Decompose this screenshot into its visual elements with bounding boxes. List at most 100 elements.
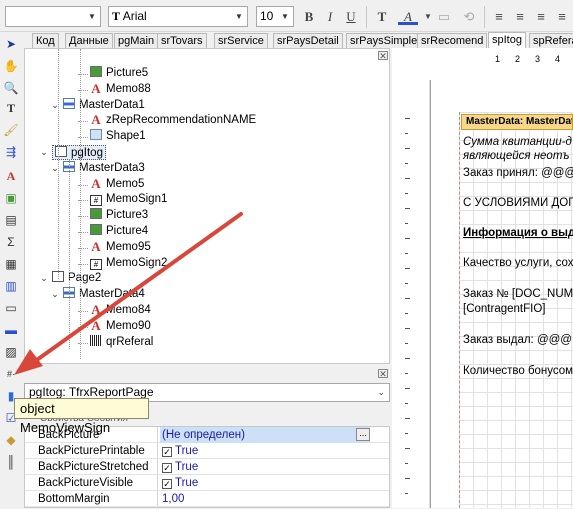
tree-item-pgitog[interactable]: pgItog xyxy=(52,145,106,160)
rotate-icon[interactable]: ⟲ xyxy=(459,7,479,27)
tab-srpaysdetail[interactable]: srPaysDetail xyxy=(273,33,343,48)
memo-tool-icon[interactable]: A xyxy=(2,167,20,185)
separator xyxy=(484,6,485,28)
underline-button[interactable]: U xyxy=(341,7,361,27)
close-icon[interactable]: ✕ xyxy=(378,369,388,379)
tree-item-qrreferal[interactable]: qrReferal xyxy=(90,334,154,350)
tree-item-page2[interactable]: Page2 xyxy=(52,271,101,286)
chevron-down-icon[interactable]: ⌄ xyxy=(39,145,49,160)
report-text-line[interactable]: С УСЛОВИЯМИ ДОГ xyxy=(463,196,573,210)
tree-item-masterdata3[interactable]: MasterData3 xyxy=(63,160,145,176)
chevron-down-icon[interactable]: ⌄ xyxy=(39,271,49,286)
italic-button[interactable]: I xyxy=(320,7,340,27)
tab-srpayssimple[interactable]: srPaysSimple xyxy=(346,33,422,48)
masterdata-band[interactable]: MasterData: MasterData xyxy=(461,114,573,130)
margin-line xyxy=(459,112,460,508)
property-value[interactable]: ✓ True xyxy=(162,459,198,475)
tab-srrecomend[interactable]: srRecomend xyxy=(417,33,488,48)
text-tool-icon[interactable]: T xyxy=(2,99,20,117)
tab-данные[interactable]: Данные xyxy=(65,33,113,48)
hand-icon[interactable]: ✋ xyxy=(2,57,20,75)
tab-srservice[interactable]: srService xyxy=(214,33,268,48)
align-center-icon[interactable]: ≡ xyxy=(510,7,530,27)
property-row[interactable]: BackPicturePrintable ✓ True xyxy=(25,443,389,459)
checkbox[interactable]: ✓ xyxy=(162,463,172,473)
memosign-tool-icon[interactable]: #· xyxy=(2,365,20,383)
report-text-line[interactable]: Заказ выдал: @@@ xyxy=(463,333,572,347)
tree-item-memo88[interactable]: A Memo88 xyxy=(90,82,150,97)
chevron-down-icon[interactable]: ▼ xyxy=(279,7,291,26)
tree-item-memo84[interactable]: A Memo84 xyxy=(90,303,150,318)
barcode-icon[interactable]: ║ xyxy=(2,453,20,471)
chevron-down-icon[interactable]: ▼ xyxy=(233,7,245,26)
report-text-line[interactable]: Информация о выд xyxy=(463,226,573,240)
property-row[interactable]: BottomMargin 1,00 xyxy=(25,491,389,507)
property-row[interactable]: BackPictureStretched ✓ True xyxy=(25,459,389,475)
font-name-combo[interactable]: T Arial ▼ xyxy=(108,6,248,27)
memo-icon: A xyxy=(91,238,101,254)
select-pointer-icon[interactable]: ➤ xyxy=(2,35,20,53)
chevron-down-icon[interactable]: ▼ xyxy=(86,7,98,26)
property-value[interactable]: ✓ True xyxy=(162,443,198,459)
zoom-icon[interactable]: 🔍 xyxy=(2,79,20,97)
font-size-combo[interactable]: 10 ▼ xyxy=(256,6,294,27)
sum-icon[interactable]: Σ xyxy=(2,233,20,251)
report-text-line[interactable]: [ContragentFIO] xyxy=(463,302,545,316)
ellipsis-button[interactable]: ... xyxy=(356,428,370,441)
property-value[interactable]: (Не определен)... xyxy=(160,427,370,443)
shapes-icon[interactable]: ◆ xyxy=(2,431,20,449)
tree-item-label: qrReferal xyxy=(106,335,154,348)
tree-item-memosign2[interactable]: # MemoSign2 xyxy=(90,256,167,271)
report-text-line[interactable]: Заказ № [DOC_NUM] xyxy=(463,287,573,301)
report-text-line[interactable]: Качество услуги, сох xyxy=(463,256,573,270)
report-text-line[interactable]: Заказ принял: @@@ xyxy=(463,166,573,180)
style-combo[interactable]: ▼ xyxy=(5,6,101,27)
tree-item-memosign1[interactable]: # MemoSign1 xyxy=(90,192,167,207)
property-name: BackPictureStretched xyxy=(38,461,149,473)
band-icon[interactable]: ⇶ xyxy=(2,143,20,161)
tab-spitog[interactable]: spItog xyxy=(488,32,526,48)
close-icon[interactable]: ✕ xyxy=(378,51,388,61)
format-painter-icon[interactable]: 🖌 xyxy=(2,121,20,139)
tree-item-picture4[interactable]: Picture4 xyxy=(90,224,148,239)
picture-tool-icon[interactable]: ▣ xyxy=(2,189,20,207)
cross-tab-icon[interactable]: ▦ xyxy=(2,255,20,273)
tab-pgmain[interactable]: pgMain xyxy=(114,33,159,48)
richtext-icon[interactable]: ▨ xyxy=(2,343,20,361)
tree-item-shape1[interactable]: Shape1 xyxy=(90,129,146,144)
chevron-down-icon[interactable]: ⌄ xyxy=(377,384,385,401)
align-justify-icon[interactable]: ≡ xyxy=(552,7,572,27)
chevron-down-icon[interactable]: ⌄ xyxy=(50,287,60,302)
tree-item-memo90[interactable]: A Memo90 xyxy=(90,319,151,334)
bold-button[interactable]: B xyxy=(299,7,319,27)
property-row[interactable]: BackPictureVisible ✓ True xyxy=(25,475,389,491)
subreport-icon[interactable]: ▤ xyxy=(2,211,20,229)
tab-srtovars[interactable]: srTovars xyxy=(157,33,207,48)
tree-item-label: Picture4 xyxy=(106,225,149,237)
report-text-line[interactable]: Количество бонусом xyxy=(463,364,573,378)
tab-spreferal[interactable]: spReferal xyxy=(529,33,573,48)
highlight-icon[interactable]: ▭ xyxy=(434,7,454,27)
report-text-line[interactable]: являющейся неотъ xyxy=(463,149,570,163)
checkbox[interactable]: ✓ xyxy=(162,447,172,457)
font-settings-icon[interactable]: T xyxy=(372,7,392,27)
tree-item-memo5[interactable]: A Memo5 xyxy=(90,177,144,192)
report-text-line[interactable]: Сумма квитанции-д xyxy=(463,135,572,149)
checkbox[interactable]: ✓ xyxy=(162,479,172,489)
shape-tool-icon[interactable]: ▬ xyxy=(2,321,20,339)
property-value[interactable]: ✓ True xyxy=(162,475,198,491)
tree-item-picture3[interactable]: Picture3 xyxy=(90,208,148,223)
tree-item-masterdata4[interactable]: MasterData4 xyxy=(63,287,145,302)
tree-item-memo95[interactable]: A Memo95 xyxy=(90,238,150,255)
tree-item-zreprecommendationname[interactable]: AzRepRecommendationNAME xyxy=(90,113,256,128)
align-right-icon[interactable]: ≡ xyxy=(531,7,551,27)
align-left-icon[interactable]: ≡ xyxy=(489,7,509,27)
tree-item-picture5[interactable]: Picture5 xyxy=(90,66,148,81)
line-tool-icon[interactable]: ▭ xyxy=(2,299,20,317)
font-color-icon[interactable]: A xyxy=(398,7,418,25)
property-value[interactable]: 1,00 xyxy=(162,491,184,507)
tree-item-label: Memo90 xyxy=(106,319,151,332)
chart-tool-icon[interactable]: ▥ xyxy=(2,277,20,295)
tree-item-masterdata1[interactable]: MasterData1 xyxy=(63,97,145,113)
tab-код[interactable]: Код xyxy=(32,33,59,48)
